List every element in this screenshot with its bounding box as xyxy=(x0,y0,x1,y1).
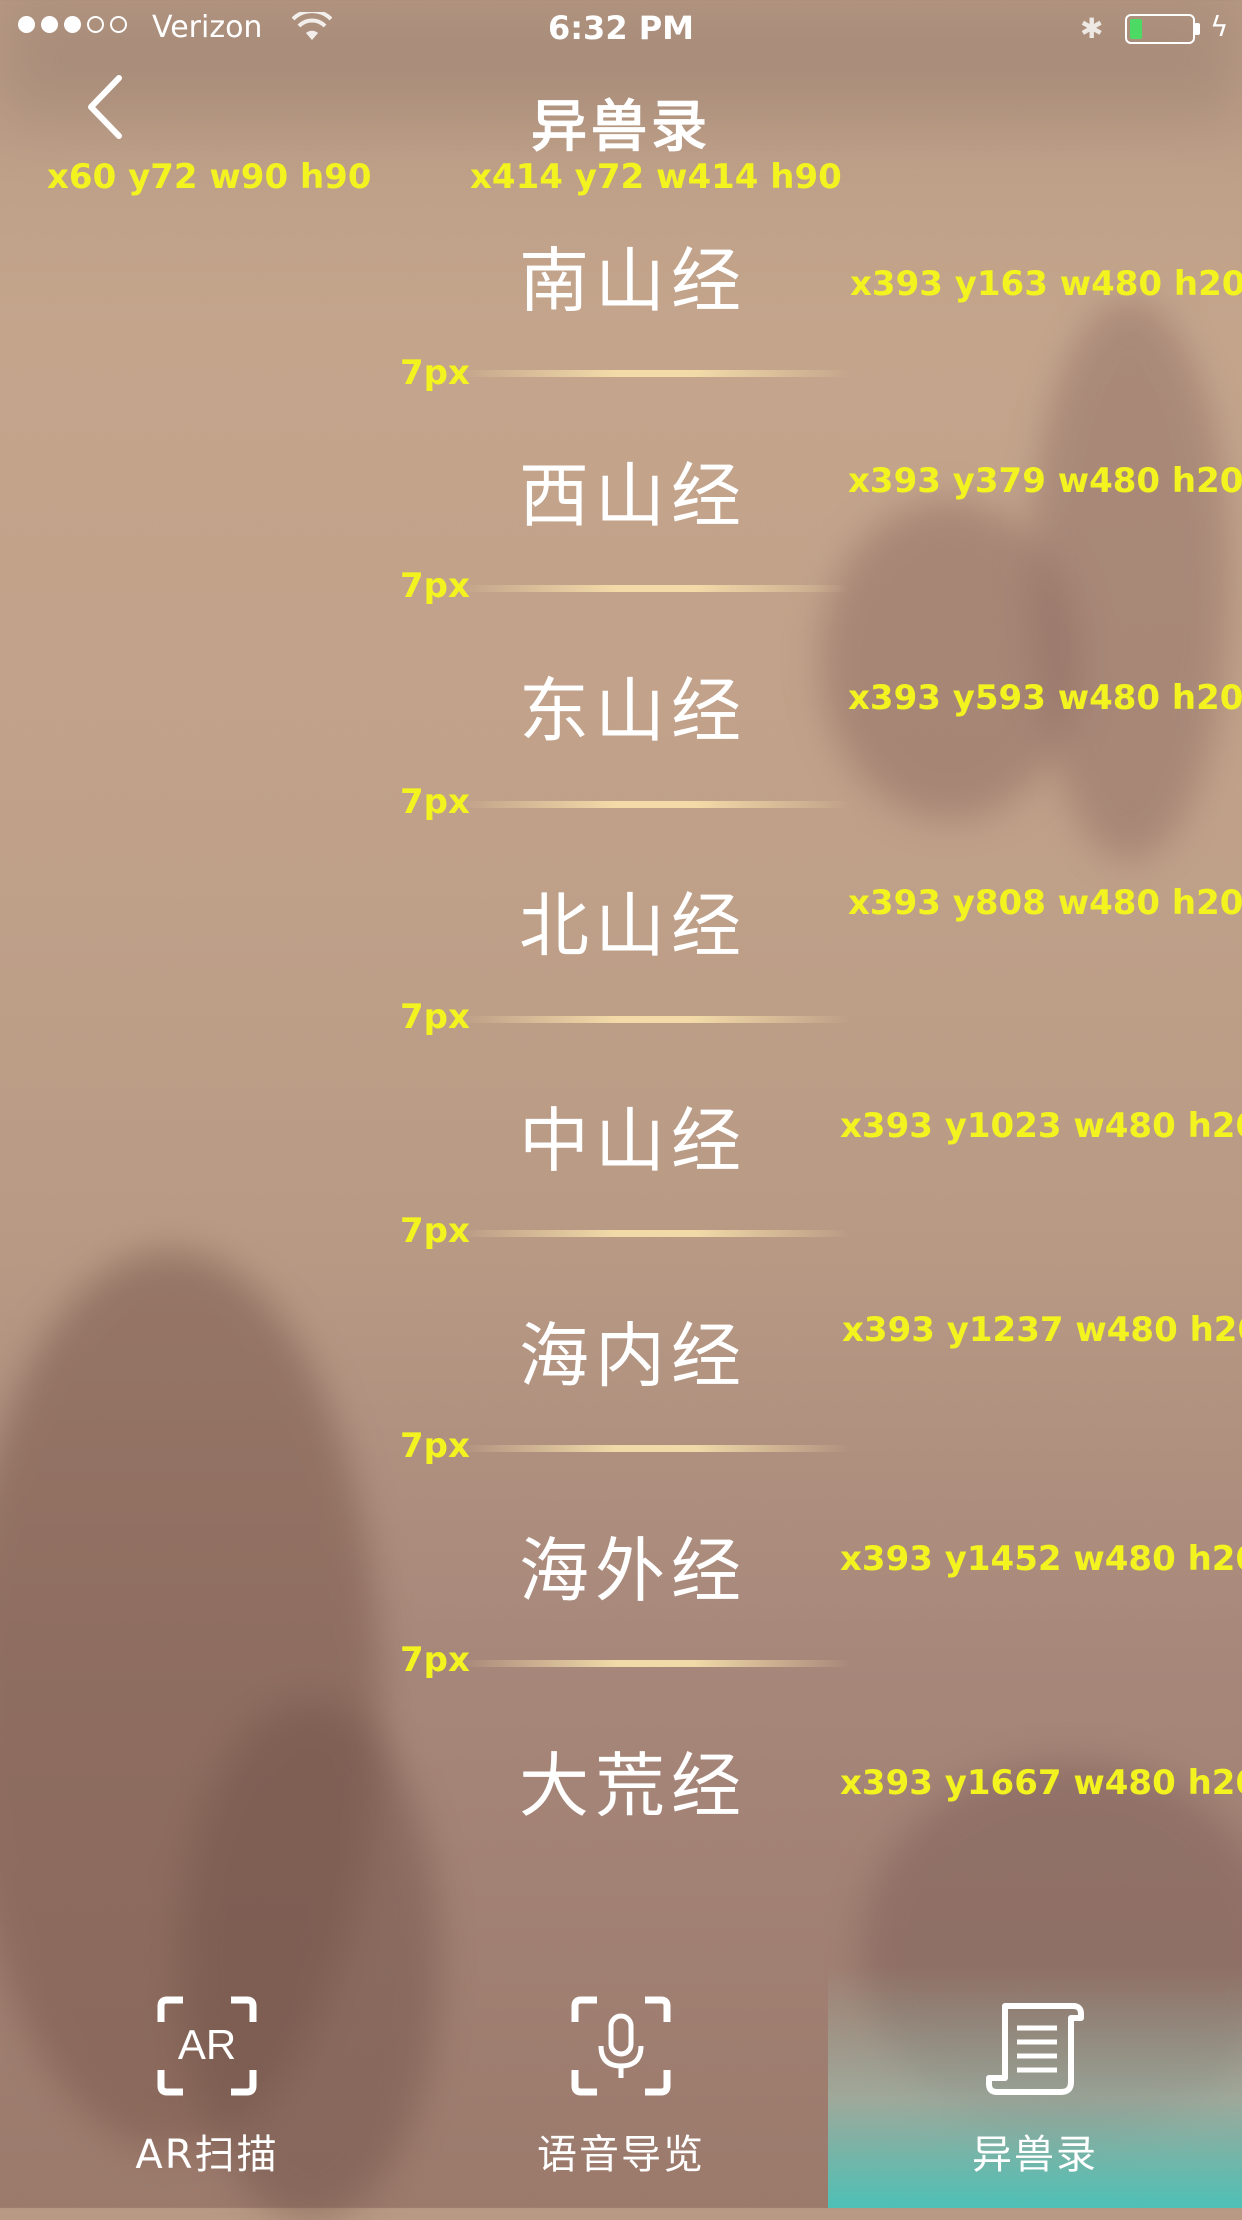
divider xyxy=(460,370,850,377)
annotation-title: x414 y72 w414 h90 xyxy=(470,157,842,197)
list-item-label: 中山经 xyxy=(519,1100,747,1182)
list-item-nanshanjing[interactable]: 南山经 xyxy=(393,225,873,433)
list-item-label: 海外经 xyxy=(519,1530,747,1612)
tab-label: AR扫描 xyxy=(135,2132,279,2178)
divider xyxy=(460,1445,850,1452)
tab-beast-record[interactable]: 异兽录 xyxy=(828,1966,1242,2208)
battery-cap xyxy=(1195,23,1200,35)
annotation-item: x393 y379 w480 h208 xyxy=(848,461,1242,501)
battery-icon xyxy=(1125,14,1195,44)
list-item-label: 北山经 xyxy=(519,885,747,967)
tab-bar: AR AR扫描 语音导览 异兽录 xyxy=(0,1966,1242,2208)
list-item-label: 东山经 xyxy=(519,670,747,752)
microphone-scan-icon xyxy=(571,1996,671,2096)
scroll-icon xyxy=(986,2003,1084,2095)
bluetooth-icon: ✱ xyxy=(1080,12,1104,45)
charging-icon: ϟ xyxy=(1210,10,1229,43)
divider xyxy=(460,1016,850,1023)
annotation-item: x393 y808 w480 h208 xyxy=(848,883,1242,923)
list-item-beishanjing[interactable]: 北山经 xyxy=(393,870,873,1078)
list-item-haineijing[interactable]: 海内经 xyxy=(393,1300,873,1508)
page-title: 异兽录 xyxy=(531,95,711,160)
battery-level xyxy=(1130,19,1142,39)
annotation-item: x393 y593 w480 h208 xyxy=(848,678,1242,718)
list-item-dongshanjing[interactable]: 东山经 xyxy=(393,655,873,863)
divider xyxy=(460,1230,850,1237)
tab-ar-scan[interactable]: AR AR扫描 xyxy=(0,1966,414,2208)
annotation-item: x393 y1023 w480 h208 xyxy=(840,1106,1242,1146)
annotation-item: x393 y1452 w480 h208 xyxy=(840,1539,1242,1579)
status-time: 6:32 PM xyxy=(547,9,695,47)
annotation-divider: 7px xyxy=(400,1640,470,1680)
background-mountain-right xyxy=(1030,300,1230,860)
annotation-item: x393 y1667 w480 h208 xyxy=(840,1763,1242,1803)
list-item-label: 南山经 xyxy=(519,240,747,322)
ar-icon-text: AR xyxy=(178,2021,236,2068)
back-button[interactable] xyxy=(60,72,150,162)
list-item-zhongshanjing[interactable]: 中山经 xyxy=(393,1085,873,1293)
list-item-label: 大荒经 xyxy=(519,1745,747,1827)
list-item-label: 海内经 xyxy=(519,1315,747,1397)
list-item-dahuangjing[interactable]: 大荒经 xyxy=(393,1730,873,1938)
ar-scan-icon: AR xyxy=(157,1996,257,2096)
list-item-haiwaijing[interactable]: 海外经 xyxy=(393,1515,873,1723)
annotation-item: x393 y163 w480 h208 xyxy=(850,264,1242,304)
list-item-label: 西山经 xyxy=(519,455,747,537)
divider xyxy=(460,585,850,592)
tab-voice-guide[interactable]: 语音导览 xyxy=(414,1966,828,2208)
tab-label: 语音导览 xyxy=(537,2132,705,2178)
chevron-left-icon xyxy=(88,75,122,139)
divider xyxy=(460,1660,850,1667)
status-bar: Verizon 6:32 PM ✱ ϟ xyxy=(0,0,1242,58)
annotation-back: x60 y72 w90 h90 xyxy=(47,157,372,197)
tab-label: 异兽录 xyxy=(972,2132,1098,2178)
divider xyxy=(460,801,850,808)
annotation-item: x393 y1237 w480 h208 xyxy=(842,1310,1242,1350)
list-item-xishanjing[interactable]: 西山经 xyxy=(393,440,873,648)
